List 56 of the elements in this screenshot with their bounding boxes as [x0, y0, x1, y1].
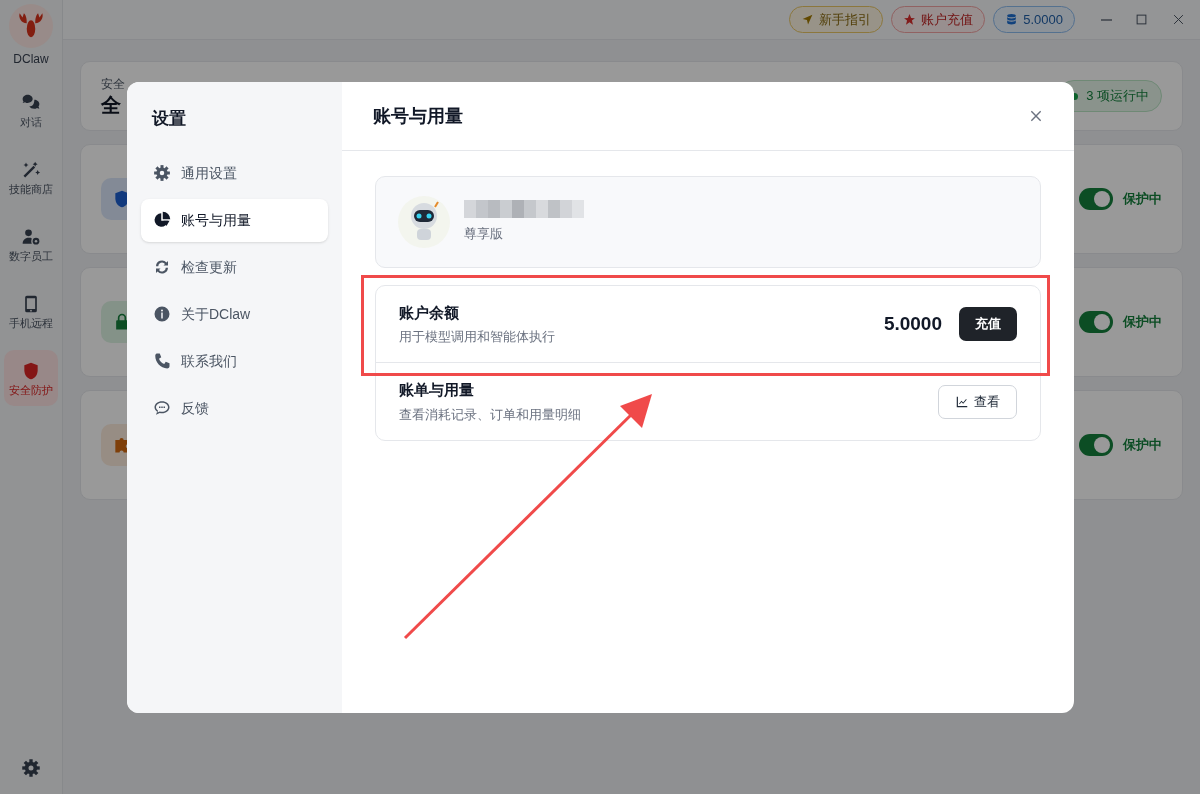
speech-bubble-icon: [153, 399, 171, 417]
row-title: 账单与用量: [399, 380, 475, 400]
status-label: 安全: [101, 75, 125, 93]
sidebar-item[interactable]: 数字员工: [4, 216, 58, 272]
toggle-switch[interactable]: [1079, 434, 1113, 456]
recharge-button[interactable]: 账户充值: [891, 6, 986, 33]
view-button[interactable]: 查看: [938, 384, 1017, 419]
settings-icon: [21, 758, 41, 778]
settings-nav-item[interactable]: 账号与用量: [141, 198, 328, 242]
sidebar-item[interactable]: 对话: [4, 82, 58, 138]
magic-wand-icon: [21, 159, 41, 180]
plan-name: 尊享版: [464, 225, 503, 244]
shield-icon: [21, 360, 41, 381]
status-heading: 全: [101, 92, 122, 118]
page-title: 账号与用量: [373, 104, 463, 128]
toggle-switch[interactable]: [1079, 188, 1113, 210]
minimize-button[interactable]: [1101, 18, 1112, 21]
star-icon: [903, 13, 917, 26]
close-button[interactable]: [1171, 12, 1186, 27]
settings-nav-item[interactable]: 检查更新: [141, 245, 328, 289]
line-chart-icon: [955, 394, 969, 409]
top-up-button[interactable]: 充值: [959, 307, 1017, 341]
balance-button[interactable]: 5.0000: [993, 6, 1075, 33]
maximize-icon: [1134, 12, 1149, 27]
close-button[interactable]: [1029, 109, 1043, 123]
app-name: DClaw: [13, 51, 49, 68]
close-icon: [1029, 109, 1043, 123]
sidebar-item[interactable]: 技能商店: [4, 149, 58, 205]
maximize-button[interactable]: [1134, 12, 1149, 27]
minimize-icon: [1101, 18, 1112, 21]
protection-status: 保护中: [1123, 436, 1162, 455]
location-arrow-icon: [801, 13, 815, 26]
settings-title: 设置: [150, 108, 187, 130]
settings-nav-item[interactable]: 联系我们: [141, 339, 328, 383]
sidebar-item[interactable]: 手机远程: [4, 283, 58, 339]
lobster-logo: [9, 4, 53, 48]
settings-button[interactable]: [21, 758, 41, 778]
row-title: 账户余额: [399, 302, 460, 323]
robot-avatar: [398, 196, 450, 248]
settings-nav-item[interactable]: 关于DClaw: [141, 292, 328, 336]
refresh-icon: [153, 258, 171, 276]
protection-status: 保护中: [1123, 313, 1162, 332]
toggle-switch[interactable]: [1079, 311, 1113, 333]
balance-amount: 5.0000: [883, 311, 942, 336]
close-icon: [1171, 12, 1186, 27]
running-count: 3 项运行中: [1086, 87, 1149, 106]
info-icon: [153, 305, 171, 323]
settings-nav-item[interactable]: 通用设置: [141, 151, 328, 195]
row-description: 用于模型调用和智能体执行: [399, 328, 555, 346]
phone-handset-icon: [153, 352, 171, 370]
settings-nav-item[interactable]: 反馈: [141, 386, 328, 430]
row-description: 查看消耗记录、订单和用量明细: [399, 405, 581, 424]
protection-status: 保护中: [1123, 190, 1162, 209]
pie-chart-icon: [153, 211, 171, 229]
database-icon: [1005, 13, 1019, 26]
settings-icon: [153, 164, 171, 182]
